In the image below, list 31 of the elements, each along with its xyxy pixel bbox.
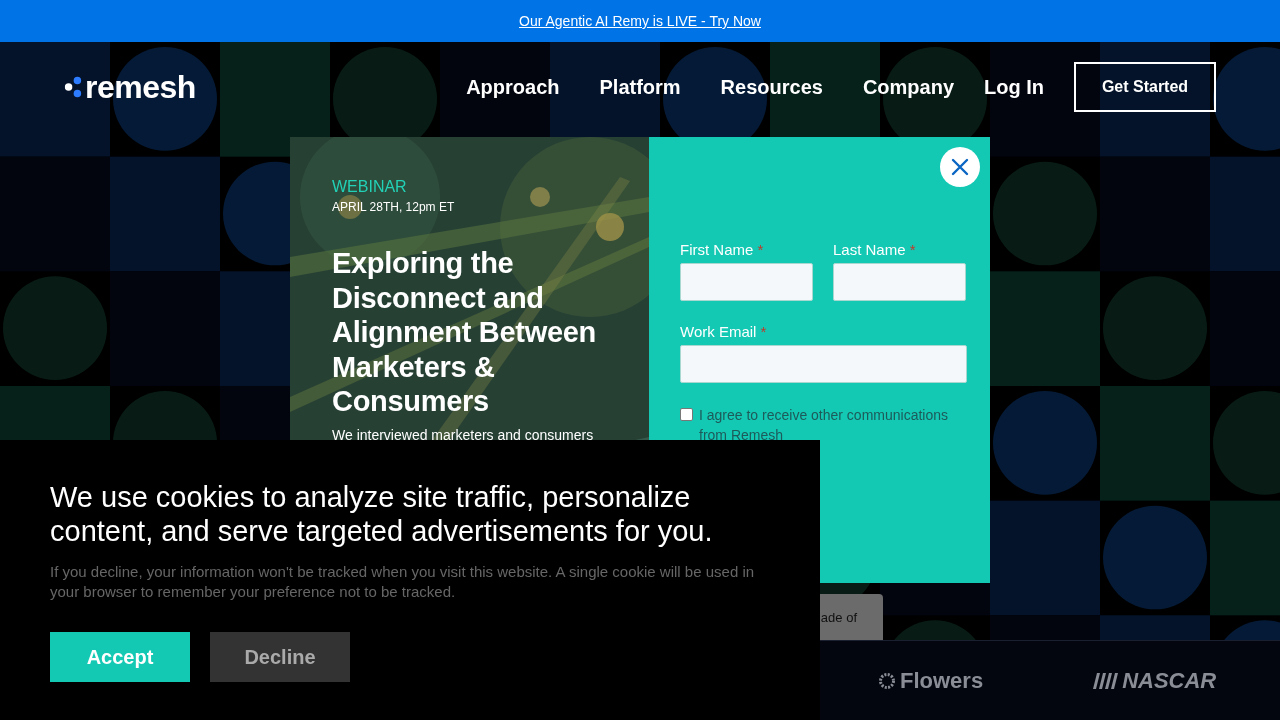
cookie-text: If you decline, your information won't be tracked when you visit this website. A single cookie will be used in your browser to remember your preference not to be tracked.: [50, 562, 756, 602]
cookie-heading: We use cookies to analyze site traffic, personalize content, and serve targeted advertisements for you.: [50, 480, 714, 548]
brand-logo: NASCAR: [1093, 667, 1217, 694]
get-started-button[interactable]: Get Started: [1074, 62, 1216, 112]
nav-link[interactable]: Company: [862, 75, 954, 99]
nav-link[interactable]: Resources: [720, 75, 823, 99]
decline-button[interactable]: Decline: [210, 632, 350, 682]
checkbox[interactable]: [680, 408, 693, 421]
webinar-label: WEBINAR: [332, 178, 408, 196]
field-label: Last Name *: [833, 241, 917, 258]
remesh-logo[interactable]: remesh: [64, 68, 196, 106]
login-link[interactable]: Log In: [984, 75, 1044, 99]
close-button[interactable]: [940, 147, 980, 187]
brand-logo: Flowers: [877, 667, 984, 694]
card-text: ade of: [820, 609, 857, 625]
logo-dots-icon: [64, 76, 82, 98]
stripes-icon: [1093, 671, 1120, 690]
field-label: Work Email *: [680, 323, 768, 340]
announcement-link[interactable]: Our Agentic AI Remy is LIVE - Try Now: [519, 13, 761, 29]
consent-label: I agree to receive other communications from Remesh: [699, 406, 949, 445]
nav-link[interactable]: Platform: [599, 75, 681, 99]
webinar-date: APRIL 28TH, 12pm ET: [332, 200, 456, 214]
input-field[interactable]: [680, 345, 967, 383]
webinar-title: Exploring the Disconnect and Alignment Between Marketers & Consumers: [332, 246, 597, 419]
nav-link[interactable]: Approach: [466, 75, 560, 99]
flower-icon: [877, 670, 897, 691]
field-label: First Name *: [680, 241, 765, 258]
input-field[interactable]: [680, 263, 813, 301]
webinar-description: We interviewed marketers and consumers: [332, 426, 595, 443]
input-field[interactable]: [833, 263, 966, 301]
close-icon: [950, 157, 970, 177]
